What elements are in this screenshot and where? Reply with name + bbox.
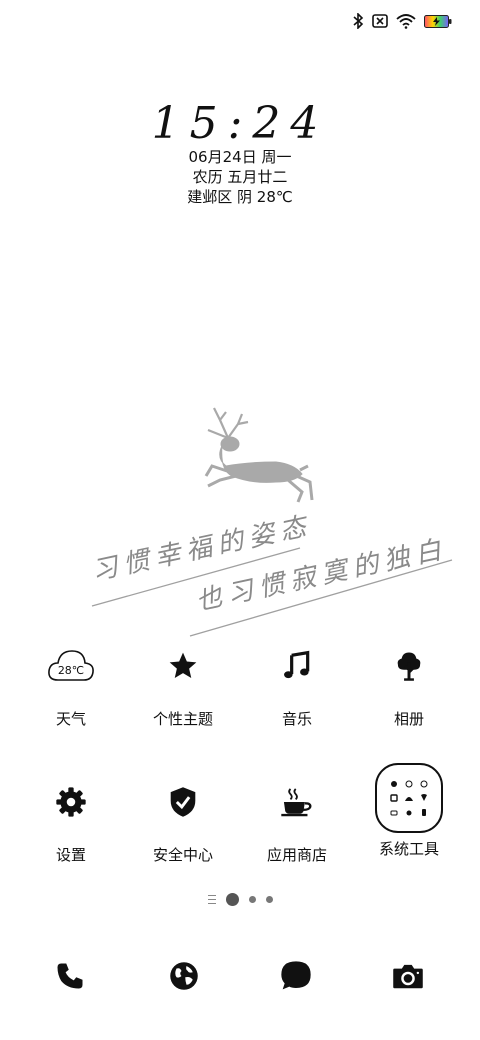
coffee-cup-icon xyxy=(265,770,329,834)
app-label: 天气 xyxy=(55,710,86,728)
app-label: 音乐 xyxy=(281,710,312,728)
app-store[interactable]: 应用商店 xyxy=(242,770,352,865)
app-weather[interactable]: 28℃ 天气 xyxy=(16,634,126,729)
app-music[interactable]: 音乐 xyxy=(242,634,352,729)
app-label: 设置 xyxy=(55,846,86,864)
app-label: 相册 xyxy=(393,710,424,728)
app-security-center[interactable]: 安全中心 xyxy=(128,770,238,865)
music-note-icon xyxy=(265,634,329,698)
status-bar xyxy=(352,12,452,30)
date-text: 06月24日 周一 xyxy=(188,148,292,166)
app-themes[interactable]: 个性主题 xyxy=(128,634,238,729)
message-icon xyxy=(281,961,311,990)
app-label: 安全中心 xyxy=(152,846,213,864)
app-gallery[interactable]: 相册 xyxy=(354,634,464,729)
browser-globe-icon xyxy=(170,962,198,990)
weather-summary-text: 建邺区 阴 28℃ xyxy=(187,188,293,206)
gear-icon xyxy=(39,770,103,834)
page-menu-indicator[interactable] xyxy=(207,895,216,904)
page-indicator[interactable] xyxy=(0,893,480,906)
wallpaper-illustration: 习惯幸福的姿态 也习惯寂寞的独白 xyxy=(89,407,453,637)
dock-camera[interactable] xyxy=(376,952,440,1000)
app-label: 个性主题 xyxy=(152,710,213,728)
phone-icon xyxy=(57,963,83,989)
lockscreen-clock: 15:24 xyxy=(151,98,329,149)
app-settings[interactable]: 设置 xyxy=(16,770,126,865)
app-label: 系统工具 xyxy=(378,840,439,858)
camera-icon xyxy=(393,964,423,989)
star-icon xyxy=(151,634,215,698)
sim-off-icon xyxy=(372,14,388,28)
battery-charging-icon xyxy=(424,14,452,28)
page-dot[interactable] xyxy=(265,896,273,903)
folder-icon xyxy=(374,762,444,834)
page-dot-current[interactable] xyxy=(225,893,239,906)
dock-browser[interactable] xyxy=(152,952,216,1000)
tree-icon xyxy=(377,634,441,698)
weather-temp: 28℃ xyxy=(58,664,84,677)
page-dot[interactable] xyxy=(248,896,256,903)
shield-check-icon xyxy=(151,770,215,834)
wifi-icon xyxy=(396,14,416,29)
app-label: 应用商店 xyxy=(266,846,327,864)
lunar-date-text: 农历 五月廿二 xyxy=(192,168,288,186)
weather-cloud-icon: 28℃ xyxy=(39,634,103,698)
dock-messages[interactable] xyxy=(264,952,328,1000)
deer-illustration xyxy=(204,407,314,503)
bluetooth-icon xyxy=(353,13,364,29)
dock-phone[interactable] xyxy=(38,952,102,1000)
app-folder-system-tools[interactable]: 系统工具 xyxy=(354,762,464,859)
